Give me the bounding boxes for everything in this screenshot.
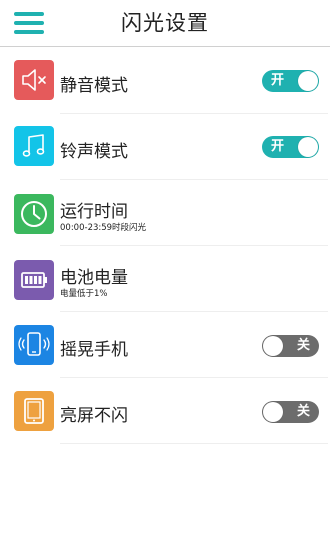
phone-shake-icon (14, 325, 54, 365)
speaker-mute-icon (14, 60, 54, 100)
toggle-label: 开 (271, 139, 285, 154)
toggle-knob (298, 137, 318, 157)
setting-row-screen-on-no-flash[interactable]: 亮屏不闪 关 (0, 378, 330, 444)
ringtone-mode-toggle[interactable]: 开 (262, 136, 319, 158)
toggle-label: 关 (297, 338, 311, 353)
setting-label: 电池电量 (60, 268, 128, 288)
setting-row-battery-level[interactable]: 电池电量 电量低于1% (0, 246, 330, 312)
setting-label: 铃声模式 (60, 142, 128, 162)
divider (60, 443, 328, 444)
toggle-label: 关 (297, 404, 311, 419)
setting-row-silent-mode[interactable]: 静音模式 开 (0, 48, 330, 114)
setting-label: 摇晃手机 (60, 340, 128, 360)
app-header: 闪光设置 (0, 0, 330, 47)
setting-row-run-time[interactable]: 运行时间 00:00-23:59时段闪光 (0, 180, 330, 246)
screen-on-no-flash-toggle[interactable]: 关 (262, 401, 319, 423)
setting-row-ringtone-mode[interactable]: 铃声模式 开 (0, 114, 330, 180)
setting-label: 静音模式 (60, 76, 128, 96)
page-title: 闪光设置 (121, 11, 209, 35)
setting-label: 运行时间 (60, 202, 128, 222)
toggle-knob (263, 336, 283, 356)
setting-label: 亮屏不闪 (60, 406, 128, 426)
clock-icon (14, 194, 54, 234)
setting-row-shake-phone[interactable]: 摇晃手机 关 (0, 312, 330, 378)
battery-icon (14, 260, 54, 300)
tablet-icon (14, 391, 54, 431)
setting-description: 电量低于1% (60, 289, 108, 299)
music-note-icon (14, 126, 54, 166)
setting-description: 00:00-23:59时段闪光 (60, 223, 147, 233)
silent-mode-toggle[interactable]: 开 (262, 70, 319, 92)
toggle-knob (263, 402, 283, 422)
shake-phone-toggle[interactable]: 关 (262, 335, 319, 357)
toggle-label: 开 (271, 73, 285, 88)
toggle-knob (298, 71, 318, 91)
